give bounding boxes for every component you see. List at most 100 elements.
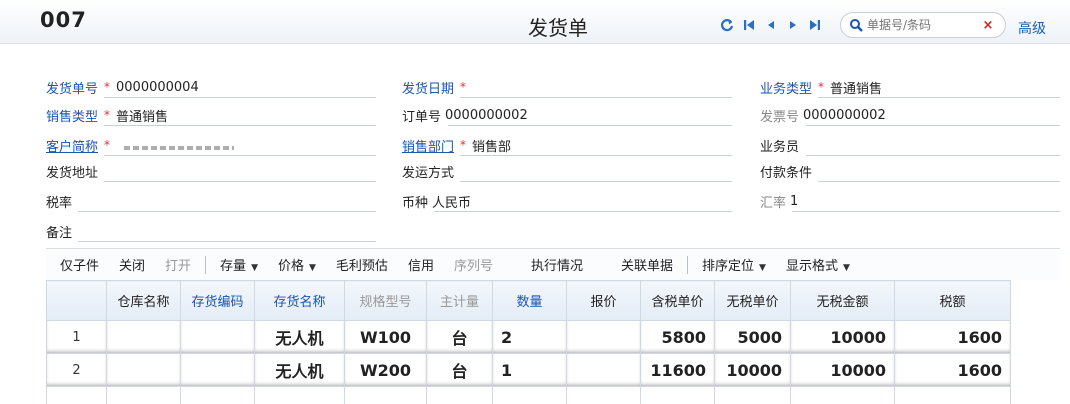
table-row[interactable] (46, 386, 1011, 404)
customer-label[interactable]: 客户简称 (46, 136, 98, 155)
related-docs-button[interactable]: 关联单据 (593, 255, 683, 274)
advanced-search-link[interactable]: 高级 (1018, 18, 1046, 38)
cell-tax-incl-price[interactable]: 5800 (640, 320, 715, 354)
exchange-rate-value[interactable]: 1 (790, 194, 798, 209)
cell-quote[interactable] (566, 320, 641, 354)
search-icon[interactable] (845, 14, 867, 36)
sales-dept-value[interactable]: 销售部 (472, 136, 511, 155)
cell-unit[interactable] (426, 386, 493, 404)
cell-item-name[interactable] (254, 386, 345, 404)
cell-tax-amount[interactable]: 1600 (894, 320, 1011, 354)
col-header-warehouse[interactable]: 仓库名称 (106, 280, 181, 321)
field-biz-type[interactable]: 业务类型 * 普通销售 (760, 76, 1060, 98)
first-record-button[interactable] (738, 15, 760, 35)
cell-spec[interactable] (344, 386, 427, 404)
cell-quote[interactable] (566, 386, 641, 404)
open-row-button[interactable]: 打开 (155, 255, 201, 274)
field-delivery-no[interactable]: 发货单号 * 0000000004 (46, 76, 376, 98)
col-header-unit[interactable]: 主计量 (426, 280, 493, 321)
invoice-no-value[interactable]: 0000000002 (803, 108, 886, 123)
refresh-button[interactable] (716, 15, 738, 35)
field-sales-type[interactable]: 销售类型 * 普通销售 (46, 104, 376, 126)
field-ship-method[interactable]: 发运方式 (402, 160, 732, 182)
serial-no-button[interactable]: 序列号 (444, 255, 503, 274)
col-header-item-name[interactable]: 存货名称 (254, 280, 345, 321)
sales-type-value[interactable]: 普通销售 (116, 106, 168, 125)
cell-warehouse[interactable] (106, 386, 181, 404)
col-header-net-price[interactable]: 无税单价 (714, 280, 791, 321)
cell-net-price[interactable] (714, 386, 791, 404)
stock-label: 存量 (220, 259, 247, 274)
col-header-quantity[interactable]: 数量 (492, 280, 567, 321)
previous-record-button[interactable] (760, 15, 782, 35)
col-header-tax-amount[interactable]: 税额 (894, 280, 1011, 321)
field-ship-address[interactable]: 发货地址 (46, 160, 376, 182)
cell-tax-incl-price[interactable]: 11600 (640, 353, 715, 387)
next-record-button[interactable] (782, 15, 804, 35)
sales-dept-label[interactable]: 销售部门 (402, 136, 454, 155)
gross-profit-button[interactable]: 毛利预估 (326, 255, 398, 274)
execution-status-button[interactable]: 执行情况 (503, 255, 593, 274)
cell-unit[interactable]: 台 (426, 320, 493, 354)
field-salesperson[interactable]: 业务员 (760, 134, 1060, 156)
table-row[interactable]: 1 无人机 W100 台 2 5800 5000 10000 1600 (46, 320, 1011, 354)
cell-warehouse[interactable] (106, 320, 181, 354)
delivery-no-value[interactable]: 0000000004 (116, 80, 199, 95)
biz-type-value[interactable]: 普通销售 (830, 78, 882, 97)
cell-net-price[interactable]: 10000 (714, 353, 791, 387)
order-no-value[interactable]: 0000000002 (445, 108, 528, 123)
price-menu[interactable]: 价格 ▼ (268, 255, 326, 274)
cell-net-price[interactable]: 5000 (714, 320, 791, 354)
last-record-button[interactable] (804, 15, 826, 35)
customer-value-redacted[interactable] (124, 146, 235, 150)
cell-item-name[interactable]: 无人机 (254, 320, 345, 354)
cell-warehouse[interactable] (106, 353, 181, 387)
field-sales-dept[interactable]: 销售部门 * 销售部 (402, 134, 732, 156)
cell-net-amount[interactable]: 10000 (790, 320, 895, 354)
stock-menu[interactable]: 存量 ▼ (210, 255, 268, 274)
row-number (46, 386, 107, 404)
sort-locate-menu[interactable]: 排序定位 ▼ (692, 255, 776, 274)
cell-spec[interactable]: W100 (344, 320, 427, 354)
credit-button[interactable]: 信用 (398, 255, 444, 274)
clear-search-button[interactable]: × (979, 16, 997, 34)
col-header-item-code[interactable]: 存货编码 (180, 280, 255, 321)
cell-net-amount[interactable]: 10000 (790, 353, 895, 387)
cell-item-code[interactable] (180, 353, 255, 387)
field-invoice-no[interactable]: 发票号 0000000002 (760, 104, 1060, 126)
cell-quantity[interactable] (492, 386, 567, 404)
cell-quantity[interactable]: 1 (492, 353, 567, 387)
field-customer[interactable]: 客户简称 * (46, 134, 376, 156)
cell-unit[interactable]: 台 (426, 353, 493, 387)
search-input[interactable] (867, 18, 967, 32)
field-delivery-date[interactable]: 发货日期 * (402, 76, 732, 98)
toolbar-divider (687, 255, 688, 274)
cell-tax-amount[interactable]: 1600 (894, 353, 1011, 387)
sub-items-button[interactable]: 仅子件 (46, 255, 109, 274)
table-row[interactable]: 2 无人机 W200 台 1 11600 10000 10000 1600 (46, 353, 1011, 387)
col-header-net-amount[interactable]: 无税金额 (790, 280, 895, 321)
field-exchange-rate[interactable]: 汇率 1 (760, 190, 1060, 212)
field-underline (78, 241, 376, 242)
field-payment-terms[interactable]: 付款条件 (760, 160, 1060, 182)
cell-item-code[interactable] (180, 386, 255, 404)
field-tax-rate[interactable]: 税率 (46, 190, 376, 212)
cell-quote[interactable] (566, 353, 641, 387)
cell-quantity[interactable]: 2 (492, 320, 567, 354)
field-underline (806, 155, 1060, 156)
cell-net-amount[interactable] (790, 386, 895, 404)
cell-spec[interactable]: W200 (344, 353, 427, 387)
col-header-spec[interactable]: 规格型号 (344, 280, 427, 321)
cell-tax-incl-price[interactable] (640, 386, 715, 404)
cell-item-name[interactable]: 无人机 (254, 353, 345, 387)
col-header-tax-incl-price[interactable]: 含税单价 (640, 280, 715, 321)
cell-tax-amount[interactable] (894, 386, 1011, 404)
close-row-button[interactable]: 关闭 (109, 255, 155, 274)
currency-value[interactable]: 人民币 (432, 192, 471, 211)
field-order-no[interactable]: 订单号 0000000002 (402, 104, 732, 126)
field-remarks[interactable]: 备注 (46, 220, 376, 242)
col-header-quote[interactable]: 报价 (566, 280, 641, 321)
field-currency[interactable]: 币种 人民币 (402, 190, 732, 212)
cell-item-code[interactable] (180, 320, 255, 354)
display-format-menu[interactable]: 显示格式 ▼ (776, 255, 860, 274)
